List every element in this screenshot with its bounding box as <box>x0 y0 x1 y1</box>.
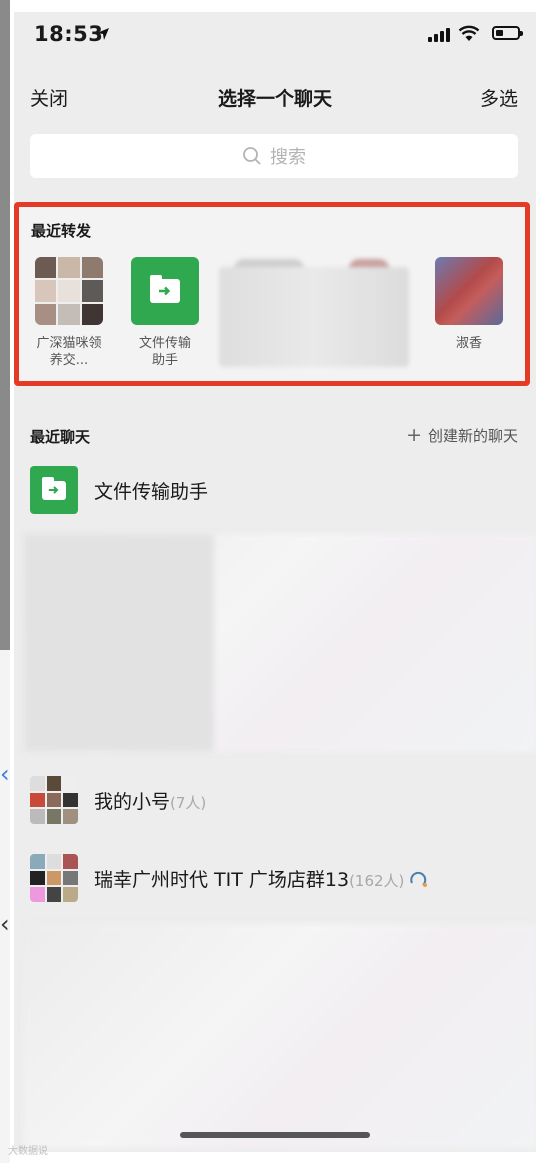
mini-program-icon <box>410 871 428 887</box>
chat-name-text: 我的小号 <box>94 790 171 813</box>
wifi-icon <box>458 25 480 41</box>
recent-forward-item-group[interactable]: 广深猫咪领养交... <box>31 257 107 369</box>
nav-bar: 关闭 选择一个聊天 多选 <box>14 80 536 116</box>
cellular-signal-icon <box>428 28 450 42</box>
edge-artifact-1: ‹ <box>0 760 10 788</box>
recent-forward-item-shuxiang[interactable]: 淑香 <box>431 257 507 352</box>
status-bar: 18:53 <box>14 12 536 62</box>
blurred-chat-region-left <box>24 534 214 752</box>
member-count: (162人) <box>349 871 405 890</box>
recent-forward-name: 淑香 <box>455 336 482 351</box>
folder-arrow-icon <box>42 476 66 500</box>
folder-arrow-icon <box>150 275 180 303</box>
multi-select-button[interactable]: 多选 <box>480 84 518 111</box>
recent-chats-title: 最近聊天 <box>30 428 91 446</box>
status-time: 18:53 <box>34 22 104 46</box>
contact-avatar <box>435 257 503 325</box>
recent-forward-name: 文件传输助手 <box>138 336 191 368</box>
chat-name: 瑞幸广州时代 TIT 广场店群13(162人) <box>94 865 430 892</box>
create-new-chat-label: 创建新的聊天 <box>427 426 518 445</box>
edge-artifact-2: ‹ <box>0 910 10 938</box>
chat-row-my-alt[interactable]: 我的小号(7人) <box>14 767 536 833</box>
group-avatar <box>35 257 103 325</box>
search-placeholder: 搜索 <box>270 147 306 168</box>
watermark: 大数据说 <box>8 1146 48 1157</box>
location-arrow-icon <box>97 28 109 40</box>
file-helper-avatar <box>131 257 199 325</box>
search-input[interactable]: 搜索 <box>30 134 518 178</box>
chat-name: 我的小号(7人) <box>94 787 206 814</box>
group-avatar <box>30 854 78 902</box>
home-indicator <box>180 1132 370 1138</box>
search-icon <box>243 147 261 165</box>
recent-forward-section: 最近转发 广深猫咪领养交... 文件传输助手 淑香 <box>14 202 530 386</box>
recent-forward-item-file-helper[interactable]: 文件传输助手 <box>127 257 203 369</box>
recent-forward-name: 广深猫咪领养交... <box>36 336 102 368</box>
member-count: (7人) <box>170 793 207 812</box>
phone-screen: 18:53 关闭 选择一个聊天 多选 搜索 最近转发 广深猫咪领养交... 文件… <box>14 12 536 1152</box>
plus-icon: + <box>406 424 422 446</box>
battery-icon <box>492 26 523 40</box>
recent-forward-title: 最近转发 <box>31 222 92 240</box>
page-title: 选择一个聊天 <box>217 88 332 110</box>
chat-row-file-helper[interactable]: 文件传输助手 <box>14 457 536 523</box>
chat-row-luckin-group[interactable]: 瑞幸广州时代 TIT 广场店群13(162人) <box>14 845 536 911</box>
blurred-chat-region-bottom <box>24 924 536 1148</box>
blurred-region <box>219 267 409 367</box>
file-helper-avatar <box>30 466 78 514</box>
create-new-chat-button[interactable]: + 创建新的聊天 <box>406 424 518 446</box>
chat-name: 文件传输助手 <box>94 480 209 503</box>
group-avatar <box>30 776 78 824</box>
left-edge-artifact <box>0 0 10 650</box>
left-edge-artifact-lower <box>0 650 10 1163</box>
chat-name-text: 瑞幸广州时代 TIT 广场店群13 <box>94 868 350 891</box>
